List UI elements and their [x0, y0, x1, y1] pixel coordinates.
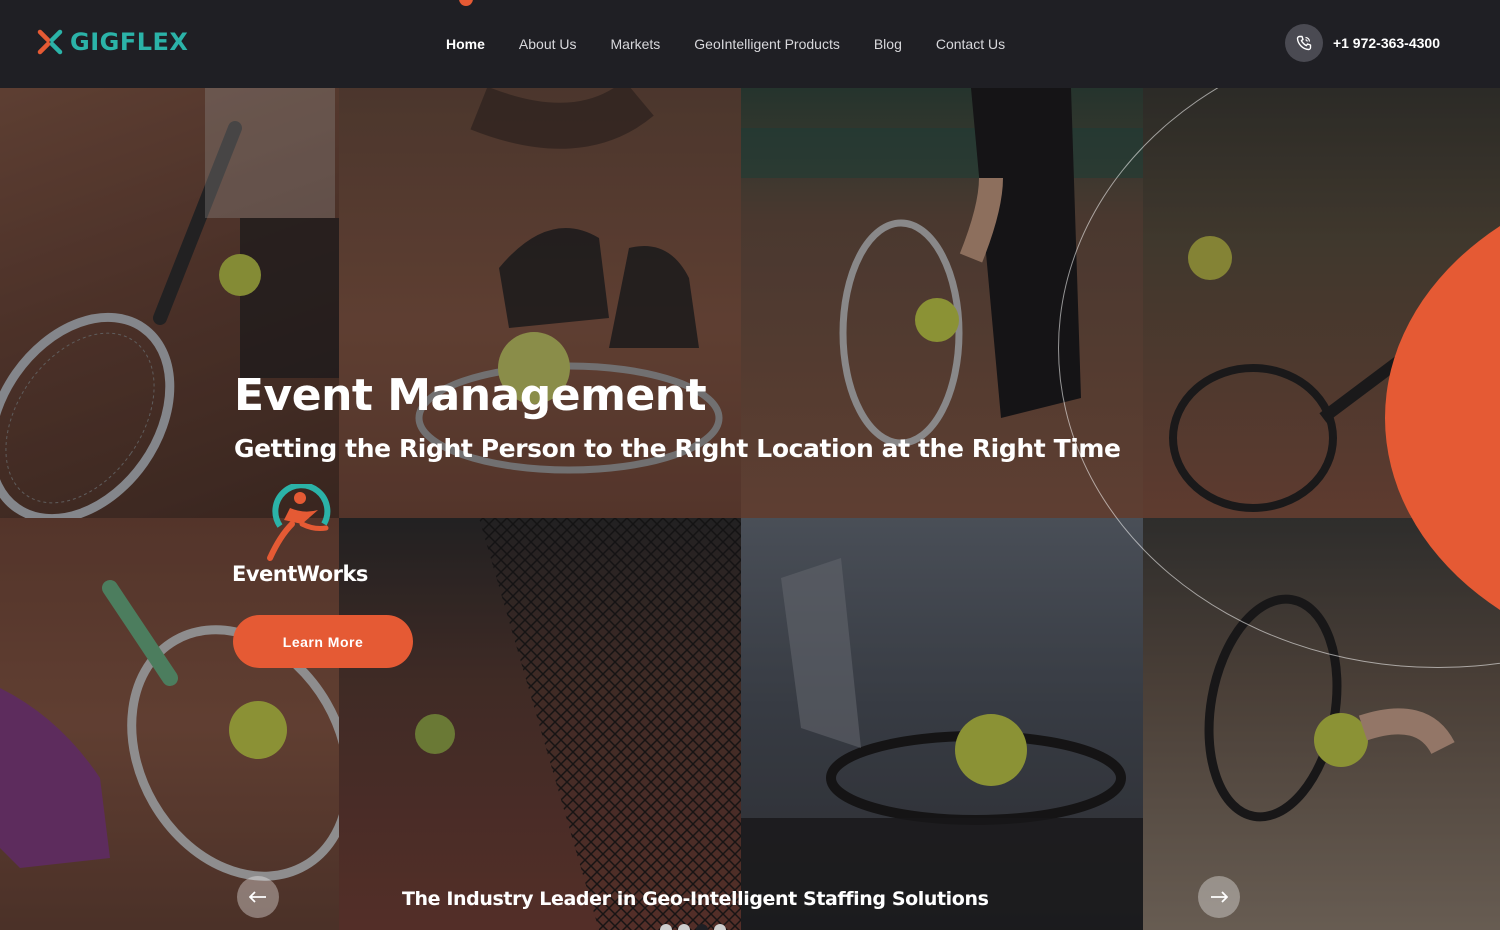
- partner-name: EventWorks: [232, 562, 368, 586]
- gigflex-logo-icon: [37, 29, 63, 55]
- hero-slider: Event Management Getting the Right Perso…: [0, 88, 1500, 930]
- hero-subtitle: Getting the Right Person to the Right Lo…: [234, 434, 1121, 463]
- arrow-left-icon[interactable]: [237, 876, 279, 918]
- nav-geointelligent-products[interactable]: GeoIntelligent Products: [694, 36, 840, 52]
- arrow-right-icon[interactable]: [1198, 876, 1240, 918]
- phone-number: +1 972-363-4300: [1332, 35, 1440, 51]
- hero-title: Event Management: [234, 370, 707, 421]
- phone-icon: [1284, 24, 1323, 62]
- slider-dot[interactable]: [714, 924, 726, 930]
- slider-dot[interactable]: [678, 924, 690, 930]
- tile-overlay: [339, 518, 741, 930]
- slider-dot-active[interactable]: [696, 924, 708, 930]
- photo-tile-ball-on-racket: [741, 518, 1143, 930]
- nav-home[interactable]: Home: [446, 36, 485, 52]
- photo-tile-net: [339, 518, 741, 930]
- nav-markets[interactable]: Markets: [611, 36, 661, 52]
- nav-blog[interactable]: Blog: [874, 36, 902, 52]
- main-nav: Home About Us Markets GeoIntelligent Pro…: [446, 0, 1039, 88]
- site-header: GIGFLEX Home About Us Markets GeoIntelli…: [0, 0, 1500, 88]
- phone-contact[interactable]: +1 972-363-4300: [1284, 24, 1440, 62]
- slider-dot[interactable]: [660, 924, 672, 930]
- nav-contact-us[interactable]: Contact Us: [936, 36, 1005, 52]
- brand-name: GIGFLEX: [70, 28, 189, 56]
- slider-pagination: [660, 924, 726, 930]
- tile-overlay: [741, 518, 1143, 930]
- nav-about-us[interactable]: About Us: [519, 36, 577, 52]
- brand-logo[interactable]: GIGFLEX: [36, 28, 188, 56]
- hero-tagline: The Industry Leader in Geo-Intelligent S…: [402, 888, 989, 910]
- learn-more-button[interactable]: Learn More: [233, 615, 413, 668]
